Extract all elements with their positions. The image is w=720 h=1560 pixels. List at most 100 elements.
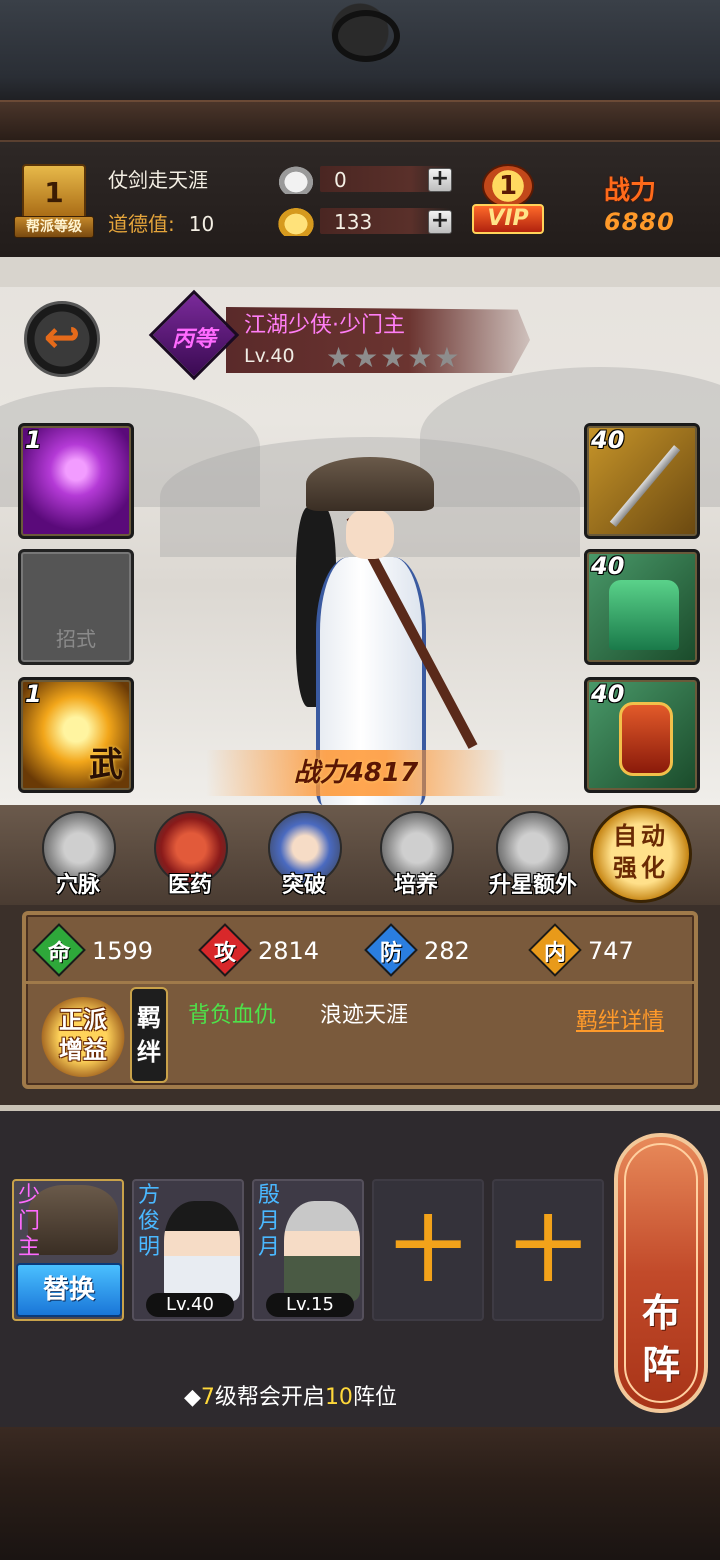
robe-icon <box>609 580 679 650</box>
lineup-member-3[interactable]: 殷月月 Lv.15 <box>252 1179 364 1321</box>
add-gold-button[interactable]: + <box>428 210 452 234</box>
skill-slot-empty[interactable]: 招式 <box>18 549 134 665</box>
lineup-area: 少门主 替换 方俊明 Lv.40 殷月月 Lv.15 十 十 布 阵 ◆7级帮会… <box>0 1105 720 1427</box>
character-level: Lv.40 <box>244 345 295 367</box>
morality-value: 10 <box>188 212 215 236</box>
star-extra-label: 升星额外 <box>488 873 577 898</box>
formation-line-2: 阵 <box>641 1343 680 1387</box>
faction-bonus-badge[interactable]: 正派 增益 <box>40 997 126 1077</box>
attack-char: 攻 <box>213 941 236 966</box>
formation-label: 布 阵 <box>618 1287 704 1391</box>
formation-button[interactable]: 布 阵 <box>614 1133 708 1413</box>
bond-tag: 羁 绊 <box>130 987 168 1083</box>
inner-char: 内 <box>543 941 566 966</box>
member-1-name: 少门主 <box>18 1183 41 1260</box>
silver-ingot-icon <box>276 164 316 194</box>
guild-level-label: 帮派等级 <box>14 216 94 238</box>
add-member-icon: 十 <box>513 1209 583 1291</box>
bottom-bar <box>0 1427 720 1560</box>
member-2-name: 方俊明 <box>138 1183 161 1260</box>
morality-row: 道德值: 10 <box>108 208 214 237</box>
total-power-value: 6880 <box>604 208 675 236</box>
status-bar: 1 帮派等级 仗剑走天涯 道德值: 10 0 + 133 + 1 VIP 战力 6… <box>0 140 720 257</box>
guild-level-badge[interactable]: 1 帮派等级 <box>14 164 94 240</box>
martial-glyph: 武 <box>89 745 123 785</box>
armor-slot[interactable]: 40 <box>584 549 700 665</box>
lineup-member-2[interactable]: 方俊明 Lv.40 <box>132 1179 244 1321</box>
hint-number-1: 7 <box>200 1385 215 1410</box>
member-3-portrait <box>284 1201 360 1301</box>
hint-suffix: 阵位 <box>352 1385 397 1410</box>
breakthrough-label: 突破 <box>281 873 326 898</box>
vip-label: VIP <box>472 204 544 234</box>
gold-ingot-icon <box>276 206 316 236</box>
faction-line-1: 正派 <box>59 1006 107 1034</box>
formation-line-1: 布 <box>641 1291 680 1335</box>
cultivate-button[interactable]: 培养 <box>366 811 466 901</box>
stats-divider <box>26 981 694 984</box>
hint-number-2: 10 <box>324 1385 353 1410</box>
back-button[interactable]: ↩ <box>24 301 100 377</box>
star-rating: ★★★★★ <box>326 341 462 374</box>
add-member-icon: 十 <box>393 1209 463 1291</box>
weapon-level: 40 <box>591 426 625 454</box>
gold-currency: 133 + <box>276 204 458 238</box>
bond-detail-link[interactable]: 羁绊详情 <box>576 1003 664 1035</box>
medicine-label: 医药 <box>167 873 212 898</box>
auto-enhance-button[interactable]: 自动 强化 <box>590 805 692 903</box>
faction-bonus-text: 正派 增益 <box>40 1005 126 1065</box>
swap-button[interactable]: 替换 <box>16 1263 122 1317</box>
cultivate-label: 培养 <box>393 873 438 898</box>
vip-button[interactable]: 1 VIP <box>470 164 546 240</box>
lineup-empty-slot-1[interactable]: 十 <box>372 1179 484 1321</box>
character-title: 江湖少侠·少门主 <box>244 313 405 338</box>
member-3-name: 殷月月 <box>258 1183 281 1260</box>
star-extra-button[interactable]: 升星额外 <box>478 811 588 901</box>
meridian-label: 穴脉 <box>55 873 100 898</box>
lineup-hint: ◆7级帮会开启10阵位 <box>184 1379 397 1411</box>
auto-enhance-label: 自动 强化 <box>593 820 689 884</box>
lineup-member-1[interactable]: 少门主 替换 <box>12 1179 124 1321</box>
medicine-button[interactable]: 医药 <box>140 811 240 901</box>
stats-panel: 命 1599 攻 2814 防 282 内 747 正派 增益 羁 绊 背负血仇… <box>22 911 698 1089</box>
bond-active: 背负血仇 <box>188 1003 277 1028</box>
armor-level: 40 <box>591 552 625 580</box>
roof-beam <box>0 100 720 140</box>
bond-tag-text: 羁 绊 <box>132 1001 166 1069</box>
meridian-button[interactable]: 穴脉 <box>28 811 128 901</box>
martial-book-slot[interactable]: 1 武 <box>18 677 134 793</box>
player-name: 仗剑走天涯 <box>108 168 208 192</box>
morality-label: 道德值: <box>108 212 175 236</box>
bond-line-2: 绊 <box>137 1038 161 1066</box>
roof-banner <box>0 0 720 140</box>
attack-value: 2814 <box>258 937 320 965</box>
bond-inactive: 浪迹天涯 <box>320 1003 409 1028</box>
hero-power-banner: 战力4817 <box>206 750 506 796</box>
empty-slot-label: 招式 <box>56 627 96 651</box>
gold-value: 133 <box>334 210 373 234</box>
auto-line-2: 强化 <box>613 854 669 882</box>
weapon-slot[interactable]: 40 <box>584 423 700 539</box>
total-power-label: 战力 <box>604 176 657 206</box>
silver-value: 0 <box>334 168 347 192</box>
martial-book-level: 1 <box>25 680 42 708</box>
defense-value: 282 <box>424 937 470 965</box>
lineup-empty-slot-2[interactable]: 十 <box>492 1179 604 1321</box>
stats-area: 命 1599 攻 2814 防 282 内 747 正派 增益 羁 绊 背负血仇… <box>0 905 720 1105</box>
token-slot[interactable]: 40 <box>584 677 700 793</box>
rank-text: 丙等 <box>171 327 216 352</box>
hero-hat <box>306 457 434 511</box>
auto-line-1: 自动 <box>613 822 669 850</box>
add-silver-button[interactable]: + <box>428 168 452 192</box>
skill-slot-1[interactable]: 1 <box>18 423 134 539</box>
hp-char: 命 <box>47 941 70 966</box>
roof-ornament <box>310 0 410 80</box>
token-level: 40 <box>591 680 625 708</box>
panel-top-strip <box>0 257 720 287</box>
hint-bullet: ◆ <box>184 1385 201 1410</box>
guild-level-number: 1 <box>44 175 64 209</box>
hint-mid: 级帮会开启 <box>214 1385 325 1410</box>
breakthrough-button[interactable]: 突破 <box>254 811 354 901</box>
member-3-level: Lv.15 <box>266 1293 354 1317</box>
faction-line-2: 增益 <box>59 1036 107 1064</box>
